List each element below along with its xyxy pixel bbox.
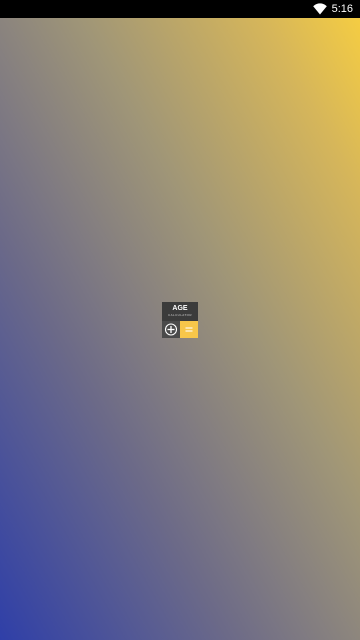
wifi-icon — [313, 3, 327, 15]
logo-title: AGE — [172, 305, 188, 312]
equals-icon — [185, 327, 193, 332]
splash-screen: 5:16 AGE CALCULATOR — [0, 0, 360, 640]
logo-subtitle: CALCULATOR — [168, 313, 192, 317]
logo-plus-block — [162, 321, 180, 338]
status-bar: 5:16 — [0, 0, 360, 18]
logo-title-block: AGE CALCULATOR — [162, 302, 198, 321]
logo-equals-block — [180, 321, 198, 338]
status-time: 5:16 — [331, 3, 353, 15]
plus-circle-icon — [164, 323, 178, 336]
app-logo: AGE CALCULATOR — [162, 302, 198, 338]
